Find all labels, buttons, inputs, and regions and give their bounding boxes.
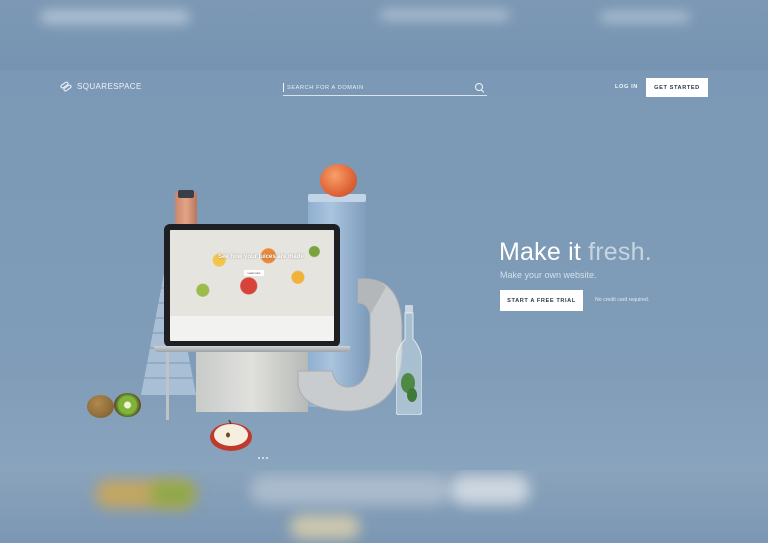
screen-button: Learn more <box>244 270 264 276</box>
blurred-top-band <box>0 0 768 70</box>
blur-shape <box>600 12 690 22</box>
kiwi-half <box>114 393 141 417</box>
blur-shape <box>40 10 190 24</box>
blur-shape <box>450 475 530 505</box>
logo[interactable]: SQUARESPACE <box>59 80 142 93</box>
blur-shape <box>150 482 195 506</box>
site-header: SQUARESPACE SEARCH FOR A DOMAIN LOG IN G… <box>0 70 768 110</box>
concrete-j-sculpture <box>297 278 403 412</box>
headline-accent: fresh. <box>588 238 652 266</box>
carousel-dot[interactable] <box>258 457 260 459</box>
hero-subhead: Make your own website. <box>500 270 597 280</box>
blur-shape <box>380 10 510 20</box>
blurred-bottom-band <box>0 470 768 543</box>
logo-text: SQUARESPACE <box>77 82 142 91</box>
start-free-trial-button[interactable]: START A FREE TRIAL <box>500 290 583 311</box>
headline-primary: Make it <box>499 238 581 266</box>
login-link[interactable]: LOG IN <box>615 84 638 90</box>
carousel-dots[interactable] <box>258 457 268 459</box>
search-icon[interactable] <box>475 82 485 93</box>
orange-fruit <box>320 164 357 197</box>
text-caret <box>283 83 284 92</box>
kiwi-whole <box>87 395 114 418</box>
domain-search[interactable]: SEARCH FOR A DOMAIN <box>283 80 487 96</box>
glass-bottle <box>396 305 422 415</box>
search-input[interactable]: SEARCH FOR A DOMAIN <box>287 85 475 91</box>
carousel-dot[interactable] <box>262 457 264 459</box>
apple-half <box>210 420 252 451</box>
hero-section: SQUARESPACE SEARCH FOR A DOMAIN LOG IN G… <box>0 70 768 470</box>
laptop-stand-leg <box>166 352 169 420</box>
get-started-button[interactable]: GET STARTED <box>646 78 708 97</box>
carousel-dot[interactable] <box>266 457 268 459</box>
vase-cap <box>178 190 194 198</box>
blur-shape <box>290 515 360 539</box>
screen-headline: See how your juices are made <box>218 254 304 260</box>
hero-headline: Make it fresh. <box>499 238 652 267</box>
blur-shape <box>250 475 450 505</box>
cta-note: No credit card required. <box>595 297 650 303</box>
concrete-stand <box>196 350 308 412</box>
squarespace-logo-icon <box>59 80 73 93</box>
